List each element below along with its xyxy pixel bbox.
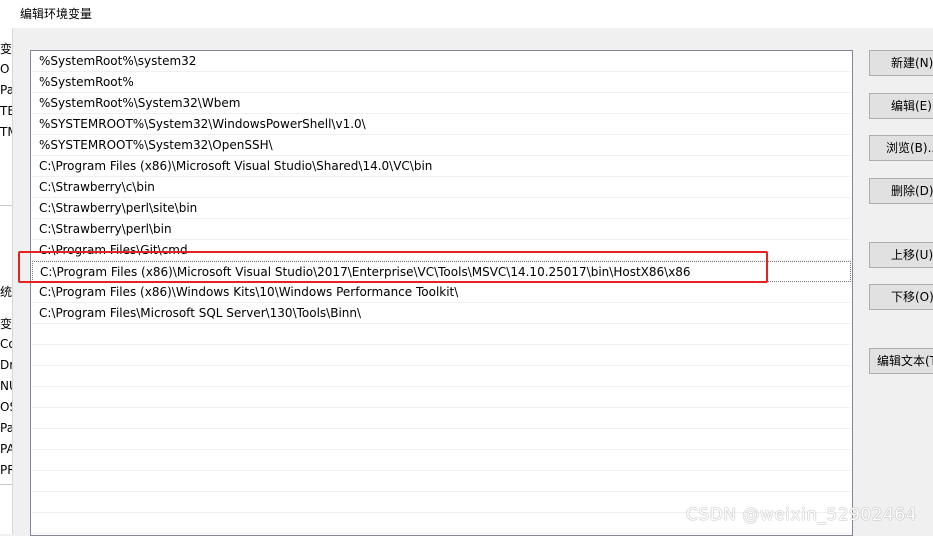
path-list-item[interactable]: %SystemRoot%\System32\Wbem: [32, 93, 851, 114]
background-fragment: Dr: [0, 358, 13, 372]
background-fragment: 变: [0, 42, 13, 56]
background-window: dm 变 O Pa TE TM 统 变 Co Dr NU OS Pa PA PR: [0, 0, 13, 534]
move-up-button[interactable]: 上移(U): [869, 242, 933, 268]
path-list[interactable]: %SystemRoot%\system32 %SystemRoot% %System…: [30, 50, 853, 536]
background-fragment: PA: [0, 442, 12, 456]
background-fragment: OS: [0, 400, 12, 414]
path-list-empty-row[interactable]: [32, 471, 851, 492]
background-fragment: O: [0, 62, 10, 76]
path-list-empty-row[interactable]: [32, 387, 851, 408]
path-list-item[interactable]: C:\Program Files\Microsoft SQL Server\13…: [32, 303, 851, 324]
path-list-empty-row[interactable]: [32, 429, 851, 450]
background-divider: [0, 484, 12, 485]
path-list-empty-row[interactable]: [32, 408, 851, 429]
window-title: 编辑环境变量: [20, 7, 93, 21]
background-fragment: Co: [0, 337, 12, 351]
browse-button[interactable]: 浏览(B)...: [869, 135, 933, 161]
path-list-empty-row[interactable]: [32, 324, 851, 345]
background-fragment: TE: [0, 104, 12, 118]
path-list-item[interactable]: C:\Program Files (x86)\Microsoft Visual …: [32, 261, 851, 282]
background-fragment: PR: [0, 463, 12, 477]
delete-button[interactable]: 删除(D): [869, 178, 933, 204]
title-bar: 编辑环境变量: [0, 0, 933, 28]
edit-text-button[interactable]: 编辑文本(T)...: [869, 348, 933, 374]
path-list-item[interactable]: %SYSTEMROOT%\System32\OpenSSH\: [32, 135, 851, 156]
path-list-item[interactable]: %SystemRoot%\system32: [32, 51, 851, 72]
path-list-item[interactable]: C:\Program Files\Git\cmd: [32, 240, 851, 261]
background-divider: [0, 205, 12, 206]
path-list-empty-row[interactable]: [32, 450, 851, 471]
background-fragment: 变: [0, 317, 13, 331]
path-list-item[interactable]: C:\Program Files (x86)\Windows Kits\10\W…: [32, 282, 851, 303]
background-fragment: NU: [0, 379, 12, 393]
background-fragment: 统: [0, 285, 13, 299]
watermark: CSDN @weixin_52902464: [686, 505, 918, 525]
background-fragment: Pa: [0, 421, 13, 435]
path-list-item[interactable]: C:\Strawberry\c\bin: [32, 177, 851, 198]
background-fragment: TM: [0, 125, 12, 139]
path-list-item[interactable]: C:\Program Files (x86)\Microsoft Visual …: [32, 156, 851, 177]
path-list-item[interactable]: C:\Strawberry\perl\site\bin: [32, 198, 851, 219]
path-list-item[interactable]: C:\Strawberry\perl\bin: [32, 219, 851, 240]
new-button[interactable]: 新建(N): [869, 50, 933, 76]
path-list-empty-row[interactable]: [32, 366, 851, 387]
move-down-button[interactable]: 下移(O): [869, 284, 933, 310]
edit-button[interactable]: 编辑(E): [869, 93, 933, 119]
background-fragment: Pa: [0, 83, 13, 97]
path-list-item[interactable]: %SYSTEMROOT%\System32\WindowsPowerShell\…: [32, 114, 851, 135]
path-list-item[interactable]: %SystemRoot%: [32, 72, 851, 93]
path-list-empty-row[interactable]: [32, 345, 851, 366]
